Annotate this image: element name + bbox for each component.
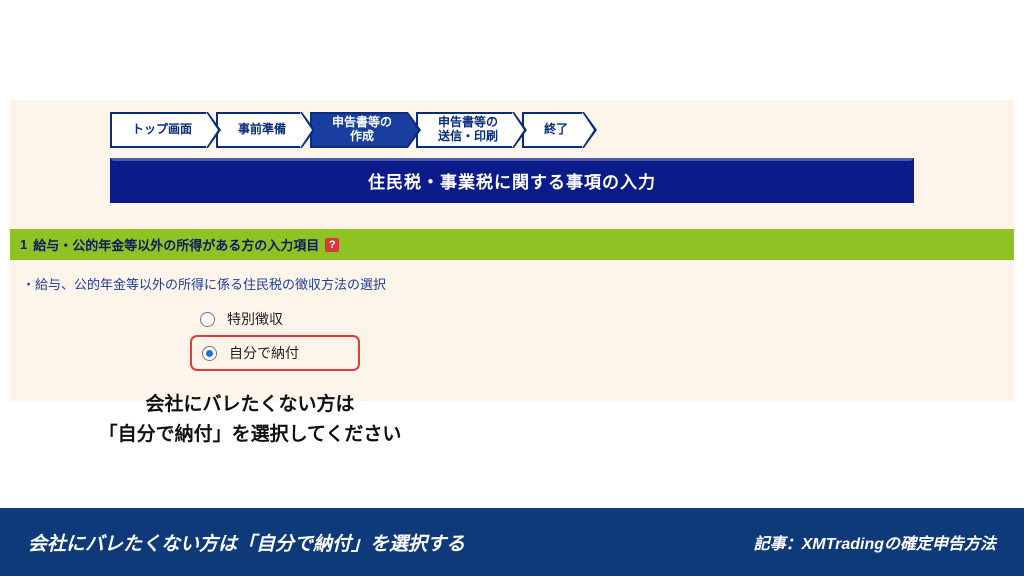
content-area: トップ画面 事前準備 申告書等の 作成 申告書等の 送信・印刷 終了 住民税・事…	[10, 100, 1014, 401]
radio-label-jibun: 自分で納付	[229, 343, 299, 363]
radio-row-jibun[interactable]: 自分で納付	[190, 335, 360, 371]
breadcrumb-step-send[interactable]: 申告書等の 送信・印刷	[416, 112, 514, 148]
explain-line-1: 会社にバレたくない方は	[60, 390, 440, 420]
breadcrumb-step-top[interactable]: トップ画面	[110, 112, 208, 148]
radio-icon[interactable]	[202, 346, 217, 361]
section-header: 1 給与・公的年金等以外の所得がある方の入力項目 ?	[10, 229, 1014, 260]
breadcrumb: トップ画面 事前準備 申告書等の 作成 申告書等の 送信・印刷 終了	[10, 100, 1014, 158]
instruction-text: ・給与、公的年金等以外の所得に係る住民税の徴収方法の選択	[10, 260, 1014, 303]
radio-label-tokubetsu: 特別徴収	[227, 309, 283, 329]
radio-group-collection-method: 特別徴収 自分で納付	[10, 303, 1014, 371]
radio-row-tokubetsu[interactable]: 特別徴収	[190, 303, 1014, 335]
help-icon[interactable]: ?	[325, 238, 339, 252]
breadcrumb-step-create[interactable]: 申告書等の 作成	[310, 112, 408, 148]
breadcrumb-step-end[interactable]: 終了	[522, 112, 584, 148]
explain-caption: 会社にバレたくない方は 「自分で納付」を選択してください	[60, 390, 440, 451]
footer-bar: 会社にバレたくない方は「自分で納付」を選択する 記事：XMTradingの確定申…	[0, 508, 1024, 576]
explain-line-2: 「自分で納付」を選択してください	[60, 420, 440, 450]
footer-headline: 会社にバレたくない方は「自分で納付」を選択する	[28, 529, 465, 556]
page-title: 住民税・事業税に関する事項の入力	[110, 158, 914, 203]
section-title: 給与・公的年金等以外の所得がある方の入力項目	[33, 235, 319, 254]
radio-icon[interactable]	[200, 312, 215, 327]
footer-article-ref: 記事：XMTradingの確定申告方法	[754, 530, 996, 554]
breadcrumb-step-prep[interactable]: 事前準備	[216, 112, 302, 148]
section-number: 1	[20, 237, 27, 252]
